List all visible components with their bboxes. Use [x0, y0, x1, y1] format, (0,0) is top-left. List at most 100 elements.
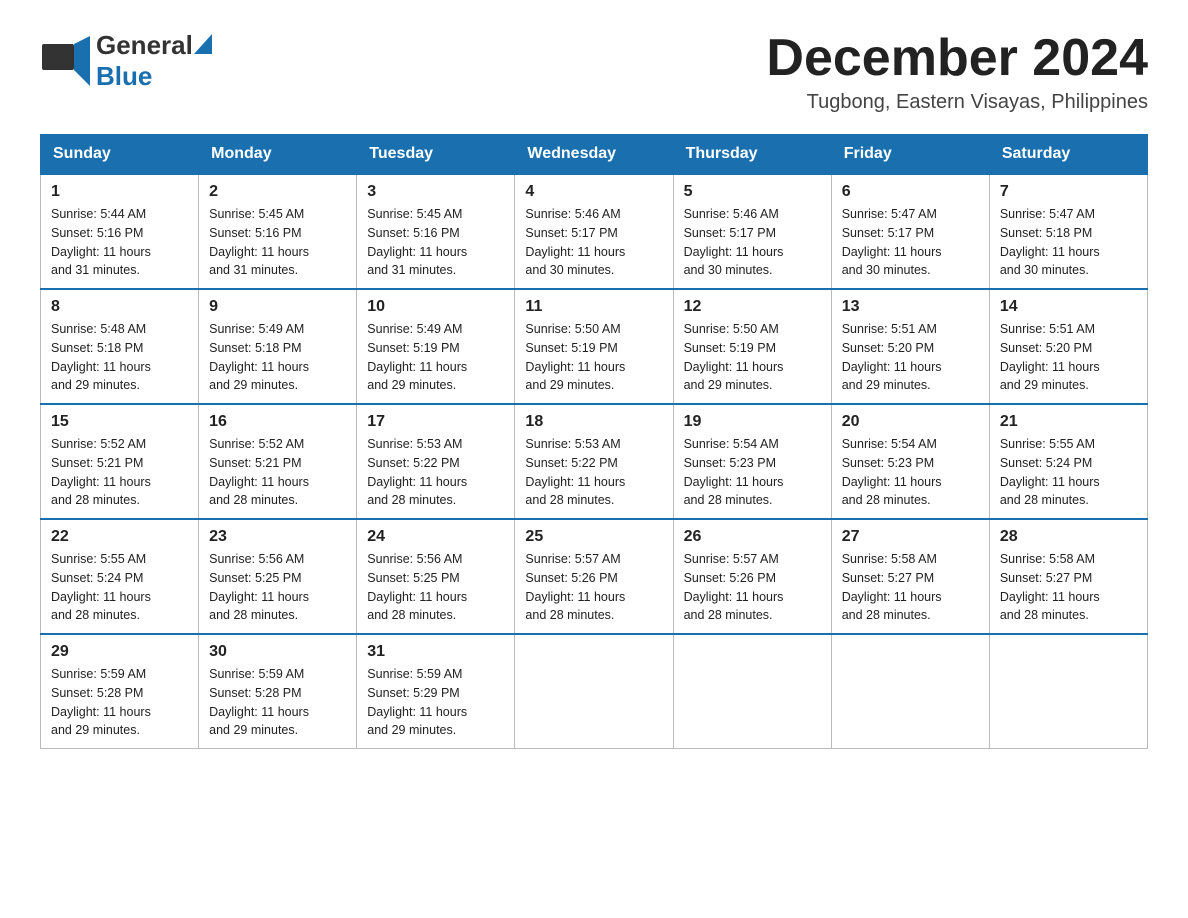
calendar-week-row: 1Sunrise: 5:44 AMSunset: 5:16 PMDaylight…: [41, 174, 1148, 289]
calendar-cell: 17 Sunrise: 5:53 AMSunset: 5:22 PMDayligh…: [357, 404, 515, 519]
day-info: Sunrise: 5:56 AMSunset: 5:25 PMDaylight:…: [209, 550, 346, 625]
page-header: General Blue December 2024 Tugbong, East…: [40, 30, 1148, 114]
day-info: Sunrise: 5:45 AMSunset: 5:16 PMDaylight:…: [367, 205, 504, 280]
day-info: Sunrise: 5:45 AMSunset: 5:16 PMDaylight:…: [209, 205, 346, 280]
day-info: Sunrise: 5:58 AMSunset: 5:27 PMDaylight:…: [842, 550, 979, 625]
day-info: Sunrise: 5:59 AMSunset: 5:28 PMDaylight:…: [51, 665, 188, 740]
day-info: Sunrise: 5:48 AMSunset: 5:18 PMDaylight:…: [51, 320, 188, 395]
day-info: Sunrise: 5:50 AMSunset: 5:19 PMDaylight:…: [525, 320, 662, 395]
calendar-cell: 23 Sunrise: 5:56 AMSunset: 5:25 PMDayligh…: [199, 519, 357, 634]
calendar-cell: 6Sunrise: 5:47 AMSunset: 5:17 PMDaylight…: [831, 174, 989, 289]
logo-mark: [40, 36, 90, 86]
calendar-cell: 9 Sunrise: 5:49 AMSunset: 5:18 PMDaylight…: [199, 289, 357, 404]
calendar-cell: 19 Sunrise: 5:54 AMSunset: 5:23 PMDayligh…: [673, 404, 831, 519]
day-info: Sunrise: 5:57 AMSunset: 5:26 PMDaylight:…: [525, 550, 662, 625]
calendar-cell: 5 Sunrise: 5:46 AMSunset: 5:17 PMDaylight…: [673, 174, 831, 289]
day-info: Sunrise: 5:46 AMSunset: 5:17 PMDaylight:…: [525, 205, 662, 280]
col-sunday: Sunday: [41, 135, 199, 175]
day-number: 11: [525, 298, 662, 316]
day-number: 19: [684, 413, 821, 431]
calendar-cell: 21 Sunrise: 5:55 AMSunset: 5:24 PMDayligh…: [989, 404, 1147, 519]
calendar-cell: [831, 634, 989, 749]
day-number: 13: [842, 298, 979, 316]
calendar-cell: 27 Sunrise: 5:58 AMSunset: 5:27 PMDayligh…: [831, 519, 989, 634]
day-number: 31: [367, 643, 504, 661]
day-info: Sunrise: 5:58 AMSunset: 5:27 PMDaylight:…: [1000, 550, 1137, 625]
day-info: Sunrise: 5:47 AMSunset: 5:17 PMDaylight:…: [842, 205, 979, 280]
calendar-cell: 26Sunrise: 5:57 AMSunset: 5:26 PMDayligh…: [673, 519, 831, 634]
calendar-cell: 2 Sunrise: 5:45 AMSunset: 5:16 PMDaylight…: [199, 174, 357, 289]
calendar-cell: 10 Sunrise: 5:49 AMSunset: 5:19 PMDayligh…: [357, 289, 515, 404]
logo: General Blue: [40, 30, 213, 92]
day-info: Sunrise: 5:53 AMSunset: 5:22 PMDaylight:…: [525, 435, 662, 510]
day-number: 23: [209, 528, 346, 546]
calendar-cell: 29 Sunrise: 5:59 AMSunset: 5:28 PMDayligh…: [41, 634, 199, 749]
col-thursday: Thursday: [673, 135, 831, 175]
calendar-cell: 28 Sunrise: 5:58 AMSunset: 5:27 PMDayligh…: [989, 519, 1147, 634]
day-number: 17: [367, 413, 504, 431]
day-info: Sunrise: 5:59 AMSunset: 5:29 PMDaylight:…: [367, 665, 504, 740]
calendar-cell: 1Sunrise: 5:44 AMSunset: 5:16 PMDaylight…: [41, 174, 199, 289]
day-number: 10: [367, 298, 504, 316]
logo-text: General Blue: [96, 30, 213, 92]
day-number: 15: [51, 413, 188, 431]
day-number: 24: [367, 528, 504, 546]
day-info: Sunrise: 5:53 AMSunset: 5:22 PMDaylight:…: [367, 435, 504, 510]
day-number: 30: [209, 643, 346, 661]
calendar-cell: 24 Sunrise: 5:56 AMSunset: 5:25 PMDayligh…: [357, 519, 515, 634]
day-number: 25: [525, 528, 662, 546]
day-number: 4: [525, 183, 662, 201]
day-info: Sunrise: 5:57 AMSunset: 5:26 PMDaylight:…: [684, 550, 821, 625]
day-info: Sunrise: 5:56 AMSunset: 5:25 PMDaylight:…: [367, 550, 504, 625]
col-friday: Friday: [831, 135, 989, 175]
day-number: 28: [1000, 528, 1137, 546]
month-year-title: December 2024: [766, 30, 1148, 87]
logo-general: General: [96, 30, 193, 61]
calendar-week-row: 15 Sunrise: 5:52 AMSunset: 5:21 PMDayligh…: [41, 404, 1148, 519]
day-number: 5: [684, 183, 821, 201]
location-subtitle: Tugbong, Eastern Visayas, Philippines: [766, 91, 1148, 114]
day-info: Sunrise: 5:49 AMSunset: 5:18 PMDaylight:…: [209, 320, 346, 395]
day-number: 18: [525, 413, 662, 431]
col-saturday: Saturday: [989, 135, 1147, 175]
day-info: Sunrise: 5:55 AMSunset: 5:24 PMDaylight:…: [51, 550, 188, 625]
title-section: December 2024 Tugbong, Eastern Visayas, …: [766, 30, 1148, 114]
calendar-week-row: 22Sunrise: 5:55 AMSunset: 5:24 PMDayligh…: [41, 519, 1148, 634]
calendar-cell: 7Sunrise: 5:47 AMSunset: 5:18 PMDaylight…: [989, 174, 1147, 289]
day-number: 12: [684, 298, 821, 316]
day-info: Sunrise: 5:50 AMSunset: 5:19 PMDaylight:…: [684, 320, 821, 395]
day-number: 8: [51, 298, 188, 316]
day-info: Sunrise: 5:52 AMSunset: 5:21 PMDaylight:…: [209, 435, 346, 510]
calendar-cell: [989, 634, 1147, 749]
day-info: Sunrise: 5:54 AMSunset: 5:23 PMDaylight:…: [684, 435, 821, 510]
col-wednesday: Wednesday: [515, 135, 673, 175]
calendar-cell: 18 Sunrise: 5:53 AMSunset: 5:22 PMDayligh…: [515, 404, 673, 519]
day-number: 7: [1000, 183, 1137, 201]
day-number: 16: [209, 413, 346, 431]
calendar-cell: 22Sunrise: 5:55 AMSunset: 5:24 PMDayligh…: [41, 519, 199, 634]
calendar-cell: 12 Sunrise: 5:50 AMSunset: 5:19 PMDayligh…: [673, 289, 831, 404]
day-info: Sunrise: 5:49 AMSunset: 5:19 PMDaylight:…: [367, 320, 504, 395]
day-info: Sunrise: 5:46 AMSunset: 5:17 PMDaylight:…: [684, 205, 821, 280]
day-number: 21: [1000, 413, 1137, 431]
calendar-cell: [515, 634, 673, 749]
day-info: Sunrise: 5:44 AMSunset: 5:16 PMDaylight:…: [51, 205, 188, 280]
day-number: 27: [842, 528, 979, 546]
calendar-cell: 31 Sunrise: 5:59 AMSunset: 5:29 PMDayligh…: [357, 634, 515, 749]
calendar-cell: 20 Sunrise: 5:54 AMSunset: 5:23 PMDayligh…: [831, 404, 989, 519]
day-number: 29: [51, 643, 188, 661]
day-number: 9: [209, 298, 346, 316]
day-number: 20: [842, 413, 979, 431]
day-info: Sunrise: 5:55 AMSunset: 5:24 PMDaylight:…: [1000, 435, 1137, 510]
day-number: 2: [209, 183, 346, 201]
calendar-cell: 15 Sunrise: 5:52 AMSunset: 5:21 PMDayligh…: [41, 404, 199, 519]
weekday-header-row: Sunday Monday Tuesday Wednesday Thursday…: [41, 135, 1148, 175]
calendar-cell: 16 Sunrise: 5:52 AMSunset: 5:21 PMDayligh…: [199, 404, 357, 519]
day-info: Sunrise: 5:54 AMSunset: 5:23 PMDaylight:…: [842, 435, 979, 510]
day-info: Sunrise: 5:51 AMSunset: 5:20 PMDaylight:…: [842, 320, 979, 395]
day-number: 14: [1000, 298, 1137, 316]
calendar-cell: 8 Sunrise: 5:48 AMSunset: 5:18 PMDaylight…: [41, 289, 199, 404]
day-info: Sunrise: 5:52 AMSunset: 5:21 PMDaylight:…: [51, 435, 188, 510]
col-tuesday: Tuesday: [357, 135, 515, 175]
calendar-cell: 13 Sunrise: 5:51 AMSunset: 5:20 PMDayligh…: [831, 289, 989, 404]
